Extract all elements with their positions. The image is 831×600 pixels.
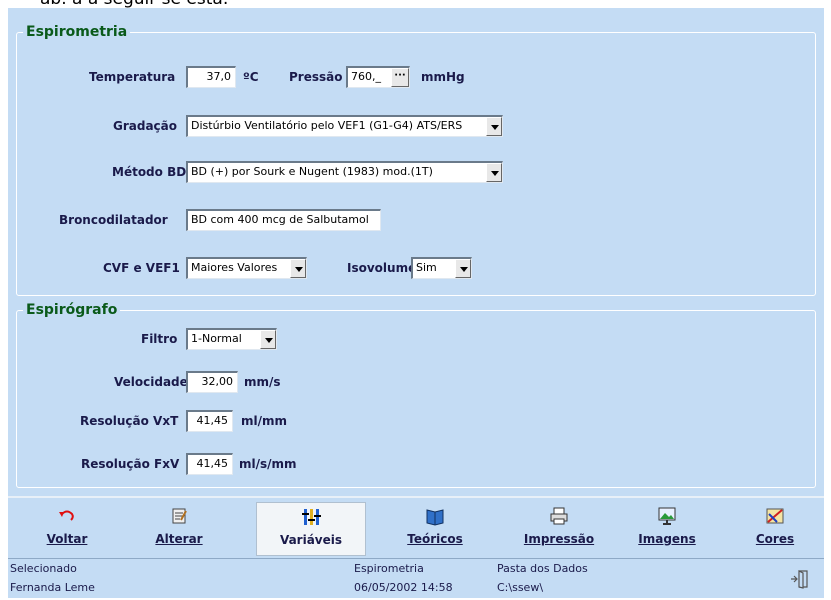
temperature-unit: ºC xyxy=(243,70,259,84)
printer-icon xyxy=(550,507,568,525)
bottom-toolbar: Voltar Alterar Variáveis Teóricos Impres… xyxy=(8,496,824,558)
gradation-value: Distúrbio Ventilatório pelo VEF1 (G1-G4)… xyxy=(191,119,463,132)
bronchodilator-input[interactable]: BD com 400 mcg de Salbutamol xyxy=(186,209,381,231)
isovolume-dropdown-arrow-icon[interactable] xyxy=(455,259,471,278)
module-name: Espirometria xyxy=(354,562,424,575)
settings-panel: Espirometria Temperatura 37,0 ºC Pressão… xyxy=(8,8,824,496)
spirograph-legend: Espirógrafo xyxy=(23,301,121,319)
impressao-label: Impressão xyxy=(523,532,595,546)
bd-method-select[interactable]: BD (+) por Sourk e Nugent (1983) mod.(1T… xyxy=(186,161,503,183)
res-fxv-input[interactable]: 41,45 xyxy=(186,453,233,475)
bd-method-value: BD (+) por Sourk e Nugent (1983) mod.(1T… xyxy=(191,165,433,178)
speed-unit: mm/s xyxy=(244,375,281,389)
user-name: Fernanda Leme xyxy=(10,581,95,594)
alterar-label: Alterar xyxy=(155,532,203,546)
voltar-label: Voltar xyxy=(46,532,88,546)
imagens-label: Imagens xyxy=(638,532,696,546)
color-palette-icon xyxy=(766,508,784,524)
speed-label: Velocidade xyxy=(114,375,188,389)
res-vxt-label: Resolução VxT xyxy=(80,414,179,428)
impressao-button[interactable]: Impressão xyxy=(504,502,614,556)
bd-method-label: Método BD xyxy=(112,165,187,179)
picture-icon xyxy=(658,507,676,525)
exit-door-icon[interactable] xyxy=(790,569,810,589)
filter-value: 1-Normal xyxy=(191,332,242,345)
gradation-dropdown-arrow-icon[interactable] xyxy=(486,117,502,136)
teoricos-label: Teóricos xyxy=(407,532,463,546)
status-bar: Selecionado Fernanda Leme Espirometria 0… xyxy=(8,558,824,598)
res-vxt-unit: ml/mm xyxy=(241,414,288,428)
isovolume-value: Sim xyxy=(416,261,437,274)
bronchodilator-label: Broncodilatador xyxy=(59,213,168,227)
isovolume-label: Isovolume xyxy=(347,261,417,275)
cores-button[interactable]: Cores xyxy=(720,502,830,556)
filter-dropdown-arrow-icon[interactable] xyxy=(260,330,276,349)
spirometry-legend: Espirometria xyxy=(23,23,131,41)
voltar-button[interactable]: Voltar xyxy=(12,502,122,556)
res-fxv-unit: ml/s/mm xyxy=(239,457,297,471)
pressure-input[interactable]: 760,_ ··· xyxy=(346,66,410,88)
data-folder-path: C:\ssew\ xyxy=(497,581,544,594)
book-icon xyxy=(426,509,444,526)
cvf-vef1-value: Maiores Valores xyxy=(191,261,278,274)
data-folder-label: Pasta dos Dados xyxy=(497,562,588,575)
filter-select[interactable]: 1-Normal xyxy=(186,328,277,350)
cvf-vef1-dropdown-arrow-icon[interactable] xyxy=(290,259,306,278)
variaveis-button[interactable]: Variáveis xyxy=(256,502,366,556)
bd-method-dropdown-arrow-icon[interactable] xyxy=(486,163,502,182)
res-fxv-label: Resolução FxV xyxy=(81,457,180,471)
variaveis-label: Variáveis xyxy=(279,533,343,547)
teoricos-button[interactable]: Teóricos xyxy=(380,502,490,556)
pressure-unit: mmHg xyxy=(421,70,465,84)
alterar-button[interactable]: Alterar xyxy=(124,502,234,556)
undo-arrow-icon xyxy=(59,510,74,521)
selected-label: Selecionado xyxy=(10,562,77,575)
pressure-picker-button[interactable]: ··· xyxy=(391,68,409,87)
edit-document-icon xyxy=(172,508,187,524)
cores-label: Cores xyxy=(755,532,795,546)
gradation-label: Gradação xyxy=(113,119,178,133)
variables-sliders-icon xyxy=(302,509,321,525)
gradation-select[interactable]: Distúrbio Ventilatório pelo VEF1 (G1-G4)… xyxy=(186,115,503,137)
filter-label: Filtro xyxy=(141,332,178,346)
imagens-button[interactable]: Imagens xyxy=(612,502,722,556)
cvf-vef1-select[interactable]: Maiores Valores xyxy=(186,257,307,279)
cvf-vef1-label: CVF e VEF1 xyxy=(103,261,180,275)
pressure-label: Pressão xyxy=(289,70,343,84)
temperature-input[interactable]: 37,0 xyxy=(186,66,236,88)
res-vxt-input[interactable]: 41,45 xyxy=(186,410,233,432)
pressure-value: 760,_ xyxy=(351,70,381,83)
spirometry-group: Espirometria Temperatura 37,0 ºC Pressão… xyxy=(16,23,816,296)
spirograph-group: Espirógrafo Filtro 1-Normal Velocidade 3… xyxy=(16,301,816,488)
isovolume-select[interactable]: Sim xyxy=(411,257,472,279)
date-time: 06/05/2002 14:58 xyxy=(354,581,453,594)
temperature-label: Temperatura xyxy=(89,70,176,84)
speed-input[interactable]: 32,00 xyxy=(186,371,238,393)
